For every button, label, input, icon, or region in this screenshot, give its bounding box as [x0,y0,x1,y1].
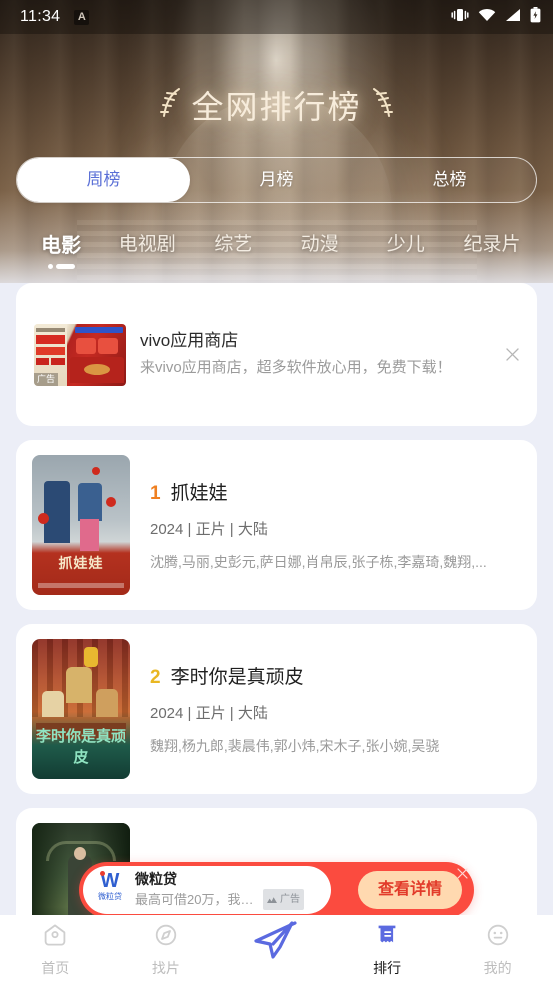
category-tab-movie[interactable]: 电影 [18,226,104,269]
bottom-ad-subtitle-row: 最高可借20万，我借了... 广告 [135,889,331,910]
nav-item-mine[interactable]: 我的 [442,922,553,978]
bottom-ad-banner[interactable]: W 微粒贷 微粒贷 最高可借20万，我借了... 广告 查看详情 [79,862,474,918]
ad-subtitle: 来vivo应用商店，超多软件放心用，免费下载！ [140,359,452,376]
wifi-icon [478,8,496,27]
app-badge-icon: A [74,9,90,25]
period-tab-month[interactable]: 月榜 [190,158,363,202]
bottom-ad-close-icon[interactable] [457,866,468,882]
period-tab-week[interactable]: 周榜 [17,158,190,202]
bottom-ad-title: 微粒贷 [135,871,177,887]
nav-item-home[interactable]: 首页 [0,922,111,978]
category-tab-kids[interactable]: 少儿 [363,226,449,256]
signal-icon [505,8,521,27]
ad-close-icon[interactable] [501,344,523,366]
table-row[interactable]: 李时你是真顽皮 2 李时你是真顽皮 2024 | 正片 | 大陆 魏翔,杨九郎,… [16,624,537,794]
ranking-list[interactable]: 广告 vivo应用商店 来vivo应用商店，超多软件放心用，免费下载！ 抓娃娃 … [0,283,553,978]
status-bar: 11:34 A [0,0,553,34]
ranking-screen: 11:34 A 全网排行榜 周榜 月榜 总榜 电影 电视剧 综艺 动漫 少儿 纪… [0,0,553,984]
rank-heading: 1 抓娃娃 [150,478,521,505]
nav-item-find-label: 找片 [151,959,180,976]
rank-title: 抓娃娃 [170,483,228,504]
poster-thumbnail: 抓娃娃 [32,455,130,595]
rank-cast: 魏翔,杨九郎,裴晨伟,郭小炜,宋木子,张小婉,吴骁 [150,738,440,754]
compass-icon [153,922,179,953]
ad-title: vivo应用商店 [140,331,239,350]
nav-item-ranking[interactable]: 排行 [332,922,443,978]
weilidai-logo-icon: W 微粒贷 [93,870,127,910]
bottom-navigation: 首页 找片 排行 我的 [0,915,553,984]
paper-plane-icon [250,918,302,967]
bottom-ad-content[interactable]: W 微粒贷 微粒贷 最高可借20万，我借了... 广告 [83,866,331,914]
home-icon [42,922,68,953]
nav-item-send[interactable] [221,918,332,967]
poster-title-art: 李时你是真顽皮 [35,728,126,766]
category-tabs: 电影 电视剧 综艺 动漫 少儿 纪录片 [0,226,553,276]
ranking-icon [374,922,400,953]
category-tab-movie-label: 电影 [41,235,82,257]
active-tab-indicator [46,263,76,269]
rank-meta: 2024 | 正片 | 大陆 [150,705,268,722]
table-row[interactable]: 抓娃娃 1 抓娃娃 2024 | 正片 | 大陆 沈腾,马丽,史彭元,萨日娜,肖… [16,440,537,610]
page-title-text: 全网排行榜 [191,89,362,125]
rank-heading: 2 李时你是真顽皮 [150,662,521,689]
category-tab-variety[interactable]: 综艺 [190,226,276,256]
status-icons [451,6,541,28]
status-time: 11:34 [20,8,61,25]
weilidai-logo-label: 微粒贷 [98,892,122,901]
period-tab-total[interactable]: 总榜 [363,158,536,202]
category-tab-tv[interactable]: 电视剧 [104,226,190,256]
category-tab-anime[interactable]: 动漫 [277,226,363,256]
ad-thumbnail: 广告 [34,323,126,386]
vibrate-icon [451,8,469,27]
period-tabs: 周榜 月榜 总榜 [16,157,537,203]
battery-icon [530,6,541,28]
rank-info: 2 李时你是真顽皮 2024 | 正片 | 大陆 魏翔,杨九郎,裴晨伟,郭小炜,… [150,662,521,756]
poster-title-art: 抓娃娃 [58,555,104,571]
ad-card[interactable]: 广告 vivo应用商店 来vivo应用商店，超多软件放心用，免费下载！ [16,283,537,426]
laurel-right-icon [369,86,395,125]
page-title: 全网排行榜 [0,82,553,128]
smiley-face-icon [485,922,511,953]
nav-item-ranking-label: 排行 [373,959,402,976]
bottom-ad-text: 微粒贷 最高可借20万，我借了... 广告 [135,870,331,910]
rank-cast: 沈腾,马丽,史彭元,萨日娜,肖帛辰,张子栋,李嘉琦,魏翔,... [150,554,487,570]
weilidai-logo-letter: W [100,870,120,892]
ad-tag-label: 广告 [280,894,300,905]
mountain-icon [267,897,277,903]
nav-item-home-label: 首页 [41,959,70,976]
laurel-left-icon [158,86,184,125]
view-details-button[interactable]: 查看详情 [357,871,462,909]
category-tab-documentary[interactable]: 纪录片 [449,226,535,256]
ad-thumb-tag: 广告 [34,372,59,386]
ad-tag: 广告 [263,889,304,910]
rank-number: 1 [150,483,161,504]
nav-item-find[interactable]: 找片 [111,922,222,978]
ad-text: vivo应用商店 来vivo应用商店，超多软件放心用，免费下载！ [140,329,519,380]
rank-title: 李时你是真顽皮 [170,667,304,688]
rank-number: 2 [150,667,161,688]
bottom-ad-subtitle: 最高可借20万，我借了... [135,892,257,907]
nav-item-mine-label: 我的 [483,959,512,976]
rank-meta: 2024 | 正片 | 大陆 [150,521,268,538]
rank-info: 1 抓娃娃 2024 | 正片 | 大陆 沈腾,马丽,史彭元,萨日娜,肖帛辰,张… [150,478,521,572]
poster-thumbnail: 李时你是真顽皮 [32,639,130,779]
